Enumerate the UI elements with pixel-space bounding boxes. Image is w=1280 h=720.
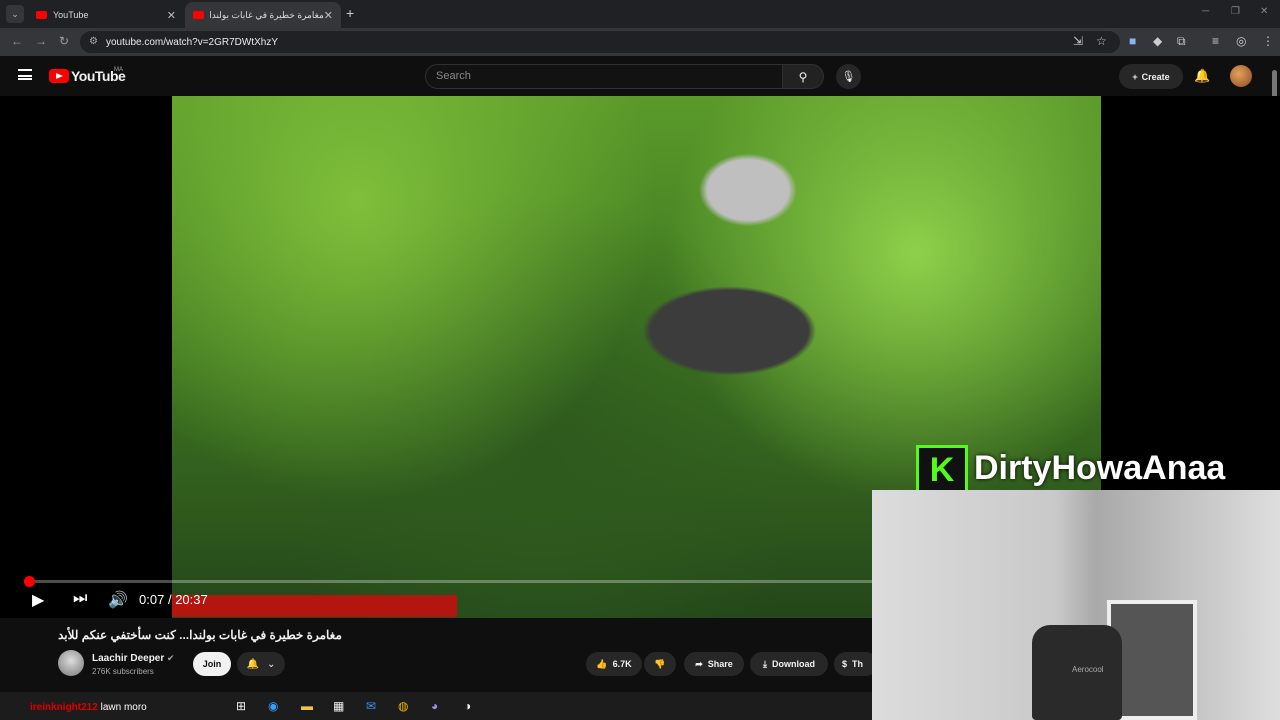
create-label: Create [1141, 71, 1170, 82]
file-explorer-icon[interactable]: ▬ [301, 699, 313, 713]
thanks-label: Th [852, 659, 864, 669]
new-tab-icon[interactable]: + [346, 5, 354, 21]
youtube-logo-icon[interactable] [49, 69, 69, 83]
search-input[interactable]: Search [425, 64, 783, 89]
scrubber-handle[interactable] [23, 576, 35, 587]
streamer-banner: K DirtyHowaAnaa [916, 445, 1280, 495]
extension-icon[interactable]: ◆ [1153, 34, 1162, 48]
chat-username: ireinknight212 [30, 702, 98, 713]
subscription-notification-button[interactable]: 🔔 ⌄ [237, 652, 285, 676]
video-red-banner [172, 595, 457, 617]
download-icon: ⤓ [763, 658, 767, 669]
youtube-favicon-icon [36, 11, 47, 19]
share-icon: ➦ [695, 658, 703, 669]
microphone-icon: 🎙 [841, 71, 856, 83]
play-icon[interactable]: ▶ [32, 590, 44, 610]
share-button[interactable]: ➦ Share [684, 652, 744, 676]
channel-name[interactable]: Laachir Deeper [92, 653, 164, 664]
duration: 20:37 [175, 592, 208, 607]
like-count: 6.7K [612, 659, 632, 669]
task-view-icon[interactable]: ⊞ [236, 699, 246, 713]
url-text: youtube.com/watch?v=2GR7DWtXhzY [106, 36, 279, 48]
search-icon: ⚲ [798, 69, 808, 84]
voice-search-button[interactable]: 🎙 [836, 64, 861, 89]
webcam-feed: Aerocool [872, 490, 1280, 720]
tab-youtube[interactable]: YouTube ✕ [28, 2, 184, 28]
install-app-icon[interactable]: ⇲ [1073, 34, 1083, 48]
account-avatar[interactable] [1230, 65, 1252, 87]
dislike-button[interactable]: 👎 [644, 652, 676, 676]
time-separator: / [167, 592, 172, 607]
join-button[interactable]: Join [193, 652, 231, 676]
chat-overlay: ireinknight212 lawn moro [30, 702, 147, 713]
verified-check-icon: ✔ [167, 653, 175, 663]
download-label: Download [771, 659, 815, 669]
chair-brand-label: Aerocool [1072, 665, 1104, 674]
thumbs-up-icon: 👍 [596, 658, 608, 669]
menu-icon[interactable] [18, 69, 32, 80]
chrome-icon[interactable]: ◍ [398, 699, 408, 713]
media-control-icon[interactable]: ≡ [1212, 34, 1219, 48]
thumbs-down-icon: 👎 [654, 658, 666, 669]
chrome-menu-icon[interactable]: ⋮ [1262, 34, 1274, 48]
reload-icon[interactable]: ↻ [59, 34, 69, 48]
kick-logo-icon: K [916, 445, 968, 495]
notifications-bell-icon[interactable]: 🔔 [1194, 68, 1210, 84]
current-time: 0:07 [139, 592, 165, 607]
bookmark-star-icon[interactable]: ☆ [1096, 34, 1107, 48]
url-input[interactable]: ⚙ youtube.com/watch?v=2GR7DWtXhzY [80, 31, 1120, 53]
translate-extension-icon[interactable]: ■ [1129, 34, 1136, 48]
chat-message: lawn moro [100, 702, 147, 713]
thanks-icon: $ [842, 659, 848, 669]
close-tab-icon[interactable]: ✕ [324, 9, 333, 22]
progress-bar[interactable] [23, 576, 872, 587]
address-bar-row: ← → ↻ ⚙ youtube.com/watch?v=2GR7DWtXhzY … [0, 28, 1280, 56]
channel-avatar[interactable] [58, 650, 84, 676]
store-icon[interactable]: ▦ [333, 699, 344, 713]
chevron-down-icon: ⌄ [267, 658, 276, 670]
create-button[interactable]: + Create [1119, 64, 1183, 89]
next-icon[interactable]: ⏭ [73, 590, 87, 608]
share-label: Share [707, 659, 733, 669]
subscriber-count: 276K subscribers [92, 667, 154, 676]
video-title: مغامرة خطيرة في غابات بولندا... كنت سأخت… [58, 628, 342, 642]
region-badge: MA [114, 67, 123, 73]
tab-video[interactable]: مغامرة خطيرة في غابات بولندا... ✕ [185, 2, 341, 28]
browser-tab-strip: ⌄ YouTube ✕ مغامرة خطيرة في غابات بولندا… [0, 0, 1280, 28]
profile-icon[interactable]: ◎ [1236, 34, 1246, 48]
close-window-icon[interactable]: ✕ [1260, 6, 1268, 17]
discord-icon[interactable]: ◕ [431, 699, 438, 713]
volume-icon[interactable]: 🔊 [108, 590, 128, 610]
minimize-icon[interactable]: ─ [1202, 6, 1209, 17]
puzzle-extensions-icon[interactable]: ⧉ [1177, 34, 1186, 49]
obs-icon[interactable]: ◑ [464, 699, 471, 713]
gaming-chair: Aerocool [1032, 625, 1122, 720]
tab-title: YouTube [53, 10, 89, 20]
close-tab-icon[interactable]: ✕ [167, 9, 176, 22]
tab-search-icon[interactable]: ⌄ [6, 5, 24, 23]
plus-icon: + [1132, 71, 1138, 82]
forward-icon[interactable]: → [35, 34, 47, 48]
site-info-icon[interactable]: ⚙ [89, 36, 98, 47]
back-icon[interactable]: ← [11, 34, 23, 48]
tab-title: مغامرة خطيرة في غابات بولندا... [210, 9, 324, 20]
streamer-name: DirtyHowaAnaa [974, 449, 1226, 487]
time-display: 0:07 / 20:37 [139, 592, 208, 607]
edge-icon[interactable]: ◉ [268, 699, 278, 713]
outlook-icon[interactable]: ✉ [366, 699, 376, 713]
like-button[interactable]: 👍 6.7K [586, 652, 642, 676]
youtube-favicon-icon [193, 11, 204, 19]
youtube-header: YouTube MA Search ⚲ 🎙 + Create 🔔 [0, 56, 1280, 96]
bell-icon: 🔔 [246, 658, 260, 670]
download-button[interactable]: ⤓ Download [750, 652, 828, 676]
maximize-icon[interactable]: ❐ [1231, 6, 1240, 17]
search-button[interactable]: ⚲ [782, 64, 824, 89]
